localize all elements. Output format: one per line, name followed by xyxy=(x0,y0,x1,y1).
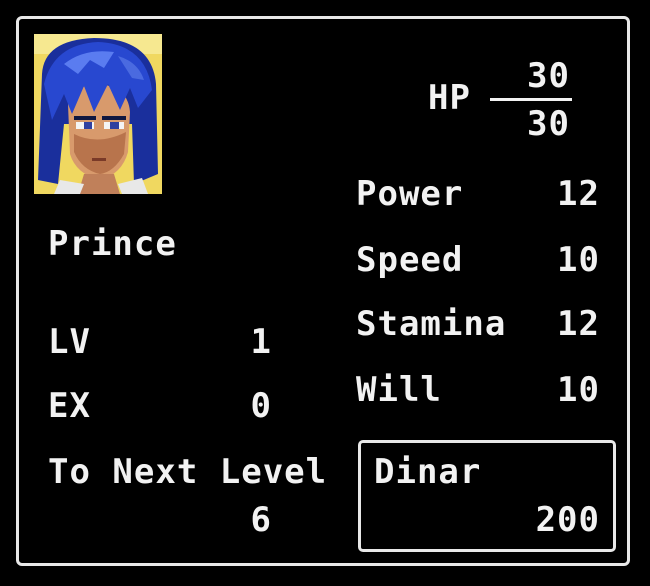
level-value: 1 xyxy=(250,322,272,362)
hp-label: HP xyxy=(428,78,471,118)
speed-label: Speed xyxy=(356,240,464,280)
will-value: 10 xyxy=(557,370,600,410)
next-level-value: 6 xyxy=(250,500,272,540)
speed-value: 10 xyxy=(557,240,600,280)
hp-fraction-bar xyxy=(490,98,572,101)
hp-max: 30 xyxy=(527,104,570,144)
power-label: Power xyxy=(356,174,464,214)
money-label: Dinar xyxy=(374,452,482,492)
power-value: 12 xyxy=(557,174,600,214)
level-label: LV xyxy=(48,322,91,362)
next-level-label: To Next Level xyxy=(48,452,328,492)
character-portrait xyxy=(34,34,162,194)
experience-value: 0 xyxy=(250,386,272,426)
stamina-label: Stamina xyxy=(356,304,507,344)
hp-current: 30 xyxy=(527,56,570,96)
will-label: Will xyxy=(356,370,442,410)
prince-portrait-icon xyxy=(34,34,162,194)
experience-label: EX xyxy=(48,386,91,426)
stamina-value: 12 xyxy=(557,304,600,344)
money-value: 200 xyxy=(535,500,600,540)
character-name: Prince xyxy=(48,224,177,264)
